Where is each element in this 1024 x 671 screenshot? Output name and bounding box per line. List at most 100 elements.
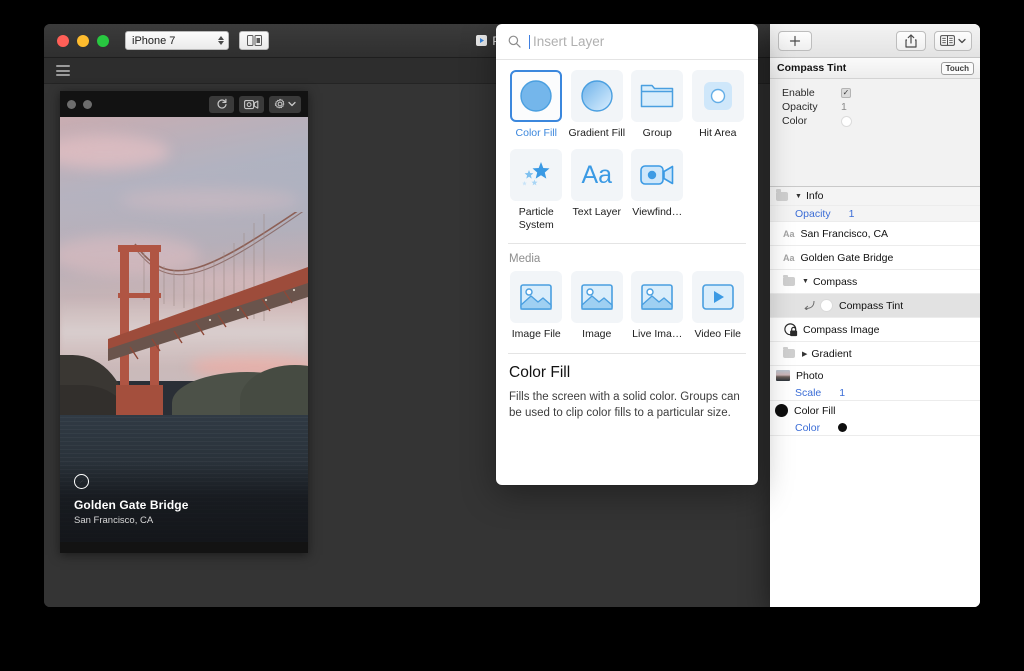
viewfinder-tile[interactable] [631,149,683,201]
text-aa-icon: Aa [783,253,795,263]
text-aa-icon: Aa [783,229,795,239]
lock-icon [784,323,798,337]
disclosure-triangle-icon[interactable]: ▶ [802,350,807,358]
text-layer-tile[interactable]: Aa [571,149,623,201]
enable-checkbox[interactable]: ✓ [841,88,851,98]
layer-tree: ▼ Info Opacity 1 Aa San Francisco, CA Aa… [770,186,980,607]
hit-area-tile[interactable] [692,70,744,122]
search-icon [508,35,521,48]
live-image-icon [641,284,673,310]
tree-row-info[interactable]: ▼ Info [770,187,980,206]
zoom-button[interactable] [97,35,109,47]
tree-row-compass-image[interactable]: Compass Image [770,318,980,342]
tree-row-golden-gate-bridge[interactable]: Aa Golden Gate Bridge [770,246,980,270]
media-option-live-image[interactable]: Live Ima… [627,271,688,340]
gradient-fill-tile[interactable] [571,70,623,122]
chevron-down-icon [288,101,296,107]
view-options-button[interactable] [934,31,972,51]
disclosure-triangle-icon[interactable]: ▼ [795,193,802,200]
layer-option-label: Viewfind… [627,206,687,218]
minimize-button[interactable] [77,35,89,47]
sub-value: 1 [849,208,855,220]
tree-sub-photo-scale[interactable]: Scale 1 [770,385,980,401]
preview-toolbar [60,91,308,117]
color-fill-tile[interactable] [510,70,562,122]
group-tile[interactable] [631,70,683,122]
split-view-icon [247,35,262,46]
plus-icon [789,35,801,47]
search-placeholder: Insert Layer [533,34,604,49]
tree-row-sf-ca[interactable]: Aa San Francisco, CA [770,222,980,246]
description-title: Color Fill [509,364,745,382]
tree-sub-color-fill-color[interactable]: Color [770,420,980,436]
traffic-lights [57,35,109,47]
sub-value: 1 [839,387,845,399]
tree-row-label: Gradient [811,348,851,360]
add-layer-button[interactable] [778,31,812,51]
tint-color-swatch[interactable] [820,299,833,312]
bridge-deck [60,267,308,387]
layer-option-label: Group [627,127,687,139]
share-button[interactable] [896,31,926,51]
layer-option-viewfinder[interactable]: Viewfind… [627,149,688,231]
tree-row-compass[interactable]: ▼ Compass [770,270,980,294]
reload-button[interactable] [209,96,234,113]
tree-row-color-fill[interactable]: Color Fill [770,401,980,420]
folder-icon [783,277,795,286]
property-label: Color [782,115,841,127]
video-play-icon [702,284,734,310]
media-option-image-file[interactable]: Image File [506,271,567,340]
split-view-button[interactable] [239,31,269,50]
layer-type-grid: Color Fill Gradient Fill [496,60,758,235]
color-swatch[interactable] [841,116,852,127]
tree-row-label: Compass [813,276,857,288]
tree-row-compass-tint[interactable]: Compass Tint [770,294,980,318]
layer-option-text-layer[interactable]: Aa Text Layer [567,149,628,231]
media-option-label: Video File [688,328,748,340]
bridge-tower-cross [118,245,161,252]
image-tile[interactable] [571,271,623,323]
tree-row-photo[interactable]: Photo [770,366,980,385]
search-row[interactable]: Insert Layer [496,24,758,60]
sub-key: Color [795,422,820,434]
layer-option-hit-area[interactable]: Hit Area [688,70,749,139]
layer-option-label: Hit Area [688,127,748,139]
layer-option-group[interactable]: Group [627,70,688,139]
color-fill-swatch[interactable] [838,423,847,432]
overlay-title: Golden Gate Bridge [74,498,294,512]
media-option-video-file[interactable]: Video File [688,271,749,340]
camera-video-icon [244,99,259,110]
layer-option-label: Gradient Fill [567,127,627,139]
inspector-properties: Enable ✓ Opacity 1 Color [770,79,980,186]
tree-sub-info-opacity[interactable]: Opacity 1 [770,206,980,222]
device-selector[interactable]: iPhone 7 [125,31,229,50]
video-file-tile[interactable] [692,271,744,323]
opacity-value[interactable]: 1 [841,101,847,113]
media-option-image[interactable]: Image [567,271,628,340]
layer-option-label: Text Layer [567,206,627,218]
layer-option-particle-system[interactable]: Particle System [506,149,567,231]
image-file-tile[interactable] [510,271,562,323]
particle-system-tile[interactable] [510,149,562,201]
property-row-color: Color [770,114,980,128]
hamburger-icon[interactable] [56,65,70,76]
preview-settings-button[interactable] [269,96,301,113]
prototype-doc-icon [476,35,487,46]
status-badge: Touch [941,62,974,75]
layer-option-color-fill[interactable]: Color Fill [506,70,567,139]
image-icon [581,284,613,310]
curved-arrow-icon [804,301,815,310]
live-image-tile[interactable] [631,271,683,323]
tree-row-label: Info [806,190,824,202]
layer-option-gradient-fill[interactable]: Gradient Fill [567,70,628,139]
close-button[interactable] [57,35,69,47]
viewfinder-camera-icon [640,163,674,187]
record-button[interactable] [239,96,264,113]
disclosure-triangle-icon[interactable]: ▼ [802,278,809,285]
tree-row-gradient[interactable]: ▶ Gradient [770,342,980,366]
status-dot-right [83,100,92,109]
media-grid: Image File Image [496,267,758,344]
preview-photo: Golden Gate Bridge San Francisco, CA [60,117,308,542]
search-input[interactable]: Insert Layer [529,34,604,49]
text-aa-icon: Aa [581,161,612,190]
